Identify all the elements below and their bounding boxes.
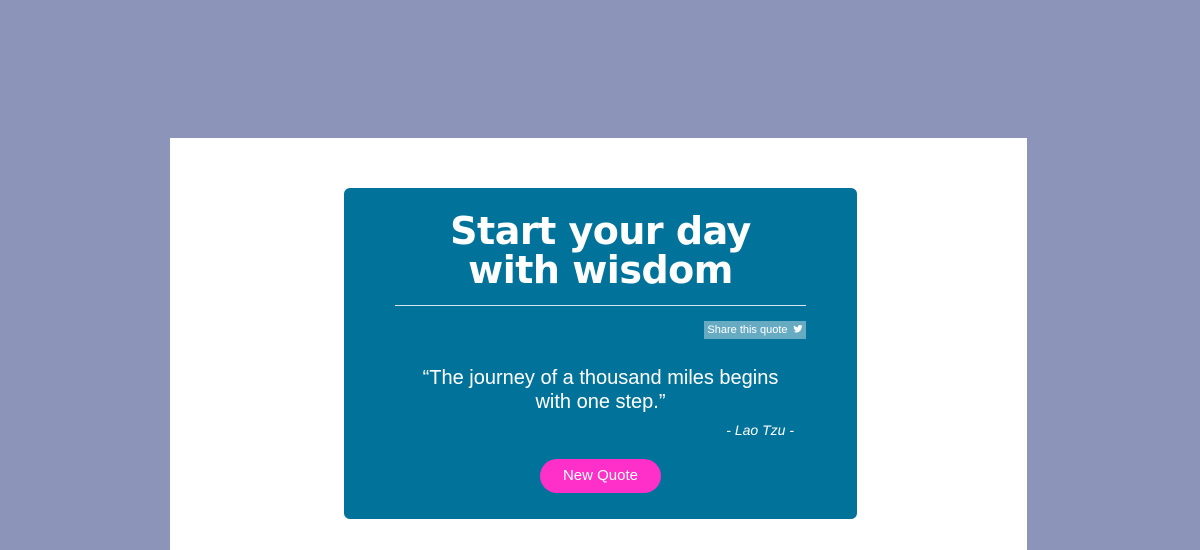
quote-line-1: “The journey of a thousand miles begins bbox=[422, 367, 779, 389]
quote-card: Start your day with wisdom Share this qu… bbox=[344, 188, 857, 519]
page-title: Start your day with wisdom bbox=[344, 212, 857, 290]
quote-text: “The journey of a thousand miles begins … bbox=[400, 366, 801, 414]
title-line-1: Start your day bbox=[450, 209, 751, 253]
title-line-2: with wisdom bbox=[468, 248, 733, 292]
share-quote-label: Share this quote bbox=[707, 324, 788, 336]
title-divider bbox=[395, 305, 806, 306]
new-quote-button[interactable]: New Quote bbox=[540, 459, 661, 493]
quote-line-2: with one step.” bbox=[535, 391, 666, 413]
page-container: Start your day with wisdom Share this qu… bbox=[170, 138, 1027, 550]
share-quote-button[interactable]: Share this quote bbox=[704, 321, 806, 339]
quote-author: - Lao Tzu - bbox=[726, 422, 794, 438]
twitter-bird-icon bbox=[793, 325, 803, 333]
